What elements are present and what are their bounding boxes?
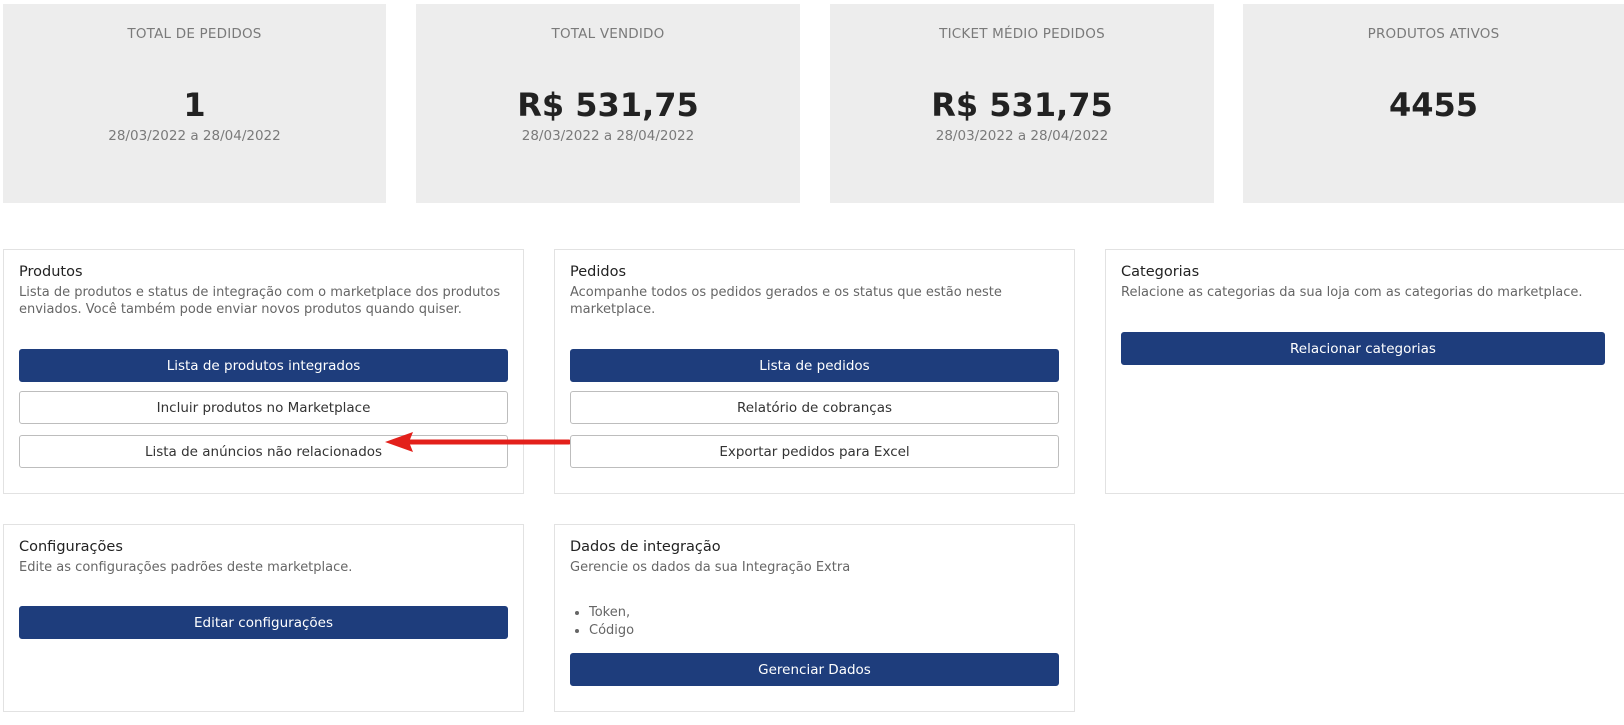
stat-value: 4455 <box>1388 86 1479 124</box>
card-title: Configurações <box>19 539 123 555</box>
card-title: Categorias <box>1121 264 1200 280</box>
stat-total-vendido: TOTAL VENDIDO R$ 531,75 28/03/2022 a 28/… <box>416 4 800 203</box>
red-arrow-left-icon <box>385 432 570 452</box>
stat-label: PRODUTOS ATIVOS <box>1367 26 1500 42</box>
stat-value: R$ 531,75 <box>931 86 1113 124</box>
orders-list-button[interactable]: Lista de pedidos <box>570 349 1059 382</box>
stat-produtos-ativos: PRODUTOS ATIVOS 4455 <box>1243 4 1624 203</box>
card-description: Edite as configurações padrões deste mar… <box>19 560 353 575</box>
stat-total-pedidos: TOTAL DE PEDIDOS 1 28/03/2022 a 28/04/20… <box>3 4 386 203</box>
stat-period: 28/03/2022 a 28/04/2022 <box>521 128 695 144</box>
card-configuracoes: Configurações Edite as configurações pad… <box>3 524 524 712</box>
relate-categories-button[interactable]: Relacionar categorias <box>1121 332 1605 365</box>
card-pedidos: Pedidos Acompanhe todos os pedidos gerad… <box>554 249 1075 494</box>
card-produtos: Produtos Lista de produtos e status de i… <box>3 249 524 494</box>
edit-settings-button[interactable]: Editar configurações <box>19 606 508 639</box>
stat-period: 28/03/2022 a 28/04/2022 <box>935 128 1109 144</box>
stat-value: R$ 531,75 <box>517 86 699 124</box>
card-description: Lista de produtos e status de integração… <box>19 285 501 317</box>
card-title: Pedidos <box>570 264 627 280</box>
billing-report-button[interactable]: Relatório de cobranças <box>570 391 1059 424</box>
card-description: Acompanhe todos os pedidos gerados e os … <box>570 285 1002 317</box>
export-orders-excel-button[interactable]: Exportar pedidos para Excel <box>570 435 1059 468</box>
list-item: Token, <box>589 604 634 622</box>
stat-label: TOTAL VENDIDO <box>551 26 665 42</box>
list-item: Código <box>589 622 634 640</box>
stat-period: 28/03/2022 a 28/04/2022 <box>108 128 281 144</box>
arrow-head <box>385 432 413 452</box>
stat-label: TICKET MÉDIO PEDIDOS <box>939 26 1105 42</box>
card-title: Produtos <box>19 264 83 280</box>
card-dados-integracao: Dados de integração Gerencie os dados da… <box>554 524 1075 712</box>
list-integrated-products-button[interactable]: Lista de produtos integrados <box>19 349 508 382</box>
stat-value: 1 <box>183 86 206 124</box>
card-description: Gerencie os dados da sua Integração Extr… <box>570 560 851 575</box>
card-categorias: Categorias Relacione as categorias da su… <box>1105 249 1624 494</box>
stat-ticket-medio: TICKET MÉDIO PEDIDOS R$ 531,75 28/03/202… <box>830 4 1214 203</box>
integration-data-list: Token, Código <box>570 604 634 640</box>
card-title: Dados de integração <box>570 539 721 555</box>
stat-label: TOTAL DE PEDIDOS <box>127 26 262 42</box>
manage-data-button[interactable]: Gerenciar Dados <box>570 653 1059 686</box>
include-products-button[interactable]: Incluir produtos no Marketplace <box>19 391 508 424</box>
card-description: Relacione as categorias da sua loja com … <box>1121 285 1583 300</box>
